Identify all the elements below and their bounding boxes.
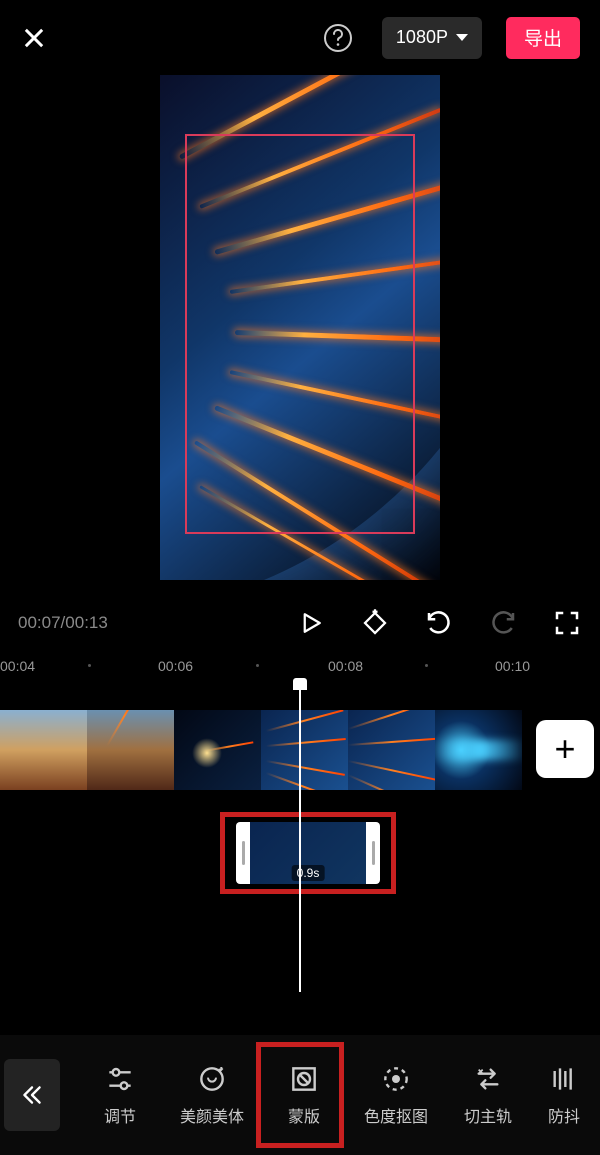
tool-label: 蒙版: [288, 1103, 320, 1127]
video-preview[interactable]: [160, 75, 440, 580]
adjust-icon: [104, 1063, 136, 1095]
clip-thumbnail[interactable]: [435, 710, 522, 790]
ruler-tick: 00:04: [0, 658, 35, 674]
stabilize-icon: [548, 1063, 580, 1095]
clip-thumbnail[interactable]: [174, 710, 261, 790]
export-button[interactable]: 导出: [506, 17, 580, 59]
tool-label: 美颜美体: [180, 1103, 244, 1127]
plus-icon: +: [554, 731, 575, 767]
overlay-clip[interactable]: 0.9s: [236, 822, 380, 884]
tool-switch-track[interactable]: 切主轨: [442, 1063, 534, 1127]
clip-duration: 0.9s: [292, 865, 325, 881]
keyframe-icon[interactable]: [360, 608, 390, 638]
tool-label: 调节: [104, 1103, 136, 1127]
clip-handle-left[interactable]: [236, 822, 250, 884]
switch-track-icon: [472, 1063, 504, 1095]
timecode: 00:07/00:13: [18, 613, 108, 633]
add-clip-button[interactable]: +: [536, 720, 594, 778]
back-button[interactable]: [4, 1059, 60, 1131]
mask-icon: [288, 1063, 320, 1095]
chevron-left-double-icon: [19, 1082, 45, 1108]
tool-chroma-key[interactable]: 色度抠图: [350, 1063, 442, 1127]
tool-beauty[interactable]: 美颜美体: [166, 1063, 258, 1127]
ruler-tick: 00:08: [328, 658, 363, 674]
resolution-label: 1080P: [396, 27, 448, 48]
tool-mask[interactable]: 蒙版: [258, 1063, 350, 1127]
ruler-tick: 00:10: [495, 658, 530, 674]
tool-label: 切主轨: [464, 1103, 512, 1127]
clip-thumbnail[interactable]: [261, 710, 348, 790]
fullscreen-icon[interactable]: [552, 608, 582, 638]
tool-adjust[interactable]: 调节: [74, 1063, 166, 1127]
tool-stabilize[interactable]: 防抖: [534, 1063, 594, 1127]
tool-label: 色度抠图: [364, 1103, 428, 1127]
close-icon[interactable]: [20, 24, 48, 52]
timeline[interactable]: + 0.9s: [0, 682, 600, 1012]
ruler-tick: 00:06: [158, 658, 193, 674]
beauty-icon: [196, 1063, 228, 1095]
clip-thumbnail[interactable]: [87, 710, 174, 790]
undo-icon[interactable]: [424, 608, 454, 638]
chroma-icon: [380, 1063, 412, 1095]
clip-thumbnail[interactable]: [348, 710, 435, 790]
bottom-toolbar: 调节 美颜美体 蒙版 色度抠图 切主轨 防抖: [0, 1035, 600, 1155]
video-track[interactable]: [0, 710, 522, 790]
playhead[interactable]: [299, 682, 301, 992]
tool-label: 防抖: [548, 1103, 580, 1127]
redo-icon[interactable]: [488, 608, 518, 638]
chevron-down-icon: [456, 34, 468, 41]
play-icon[interactable]: [296, 608, 326, 638]
clip-thumbnail[interactable]: [0, 710, 87, 790]
clip-handle-right[interactable]: [366, 822, 380, 884]
resolution-select[interactable]: 1080P: [382, 17, 482, 59]
help-icon[interactable]: [322, 22, 354, 54]
